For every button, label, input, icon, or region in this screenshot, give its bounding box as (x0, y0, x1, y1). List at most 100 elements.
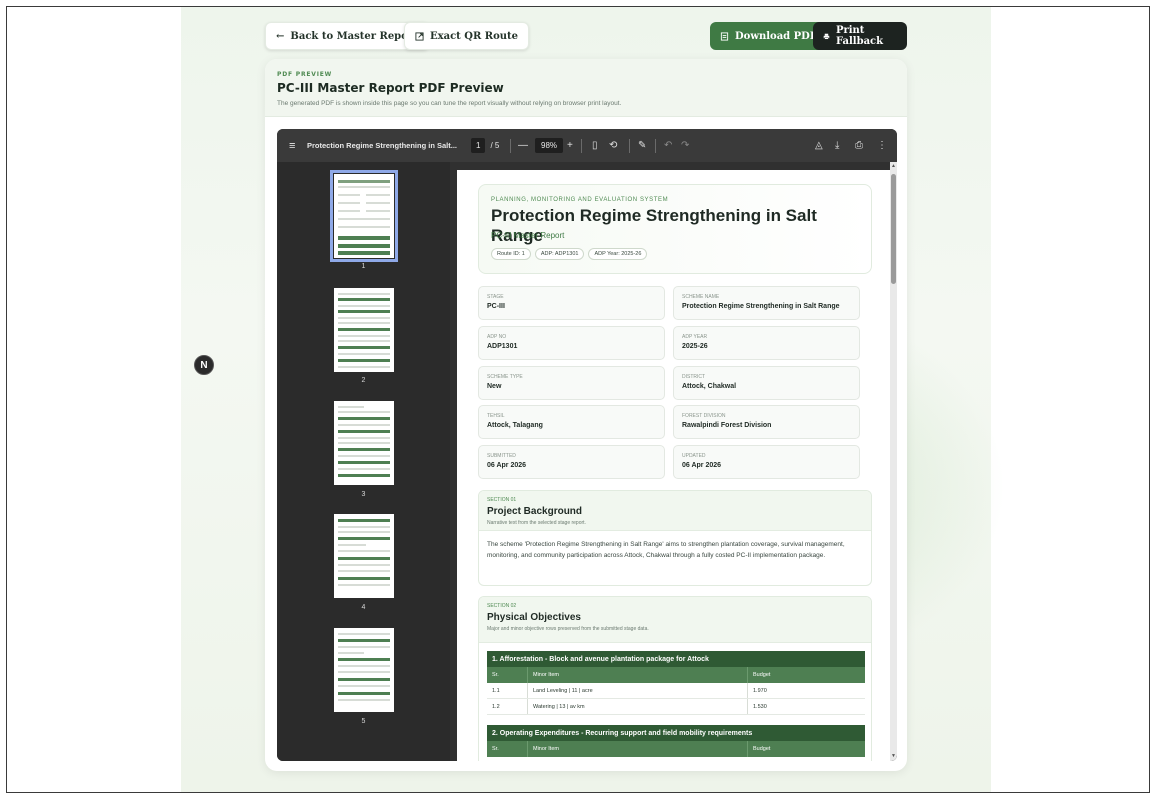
column-header-minor-item: Minor Item (527, 667, 747, 683)
field-value: 2025-26 (682, 343, 708, 350)
report-title: Protection Regime Strengthening in Salt … (491, 206, 817, 245)
scrollbar-thumb[interactable] (891, 174, 896, 284)
section-title: Project Background (487, 506, 583, 517)
thumbnail-label: 3 (361, 491, 366, 498)
pdf-scrollbar[interactable]: ▲ ▼ (890, 162, 897, 761)
section-physical-objectives: SECTION 02 Physical Objectives Major and… (478, 596, 872, 761)
section-number: SECTION 02 (487, 603, 517, 609)
header-eyebrow: PDF PREVIEW (277, 71, 333, 78)
download-button-label: Download PDF (735, 30, 817, 42)
field-value: Protection Regime Strengthening in Salt … (682, 303, 840, 310)
field-label: TEHSIL (487, 413, 505, 419)
page-thumbnail-5[interactable] (334, 628, 394, 712)
field-scheme-name: SCHEME NAME Protection Regime Strengthen… (673, 286, 860, 320)
redo-icon[interactable]: ↷ (681, 129, 689, 162)
qr-button-label: Exact QR Route (430, 30, 518, 42)
undo-icon[interactable]: ↶ (664, 129, 672, 162)
objective-group: 1. Afforestation - Block and avenue plan… (487, 651, 865, 715)
page-thumbnail-1[interactable] (330, 170, 398, 262)
field-label: SCHEME NAME (682, 294, 720, 300)
scroll-down-icon[interactable]: ▼ (891, 753, 896, 759)
pdf-preview-card: PDF PREVIEW PC-III Master Report PDF Pre… (265, 59, 907, 771)
route-id-chip: Route ID: 1 (491, 248, 531, 260)
zoom-in-icon[interactable]: + (567, 129, 573, 162)
print-icon[interactable]: ⎙ (855, 129, 863, 162)
field-label: ADP YEAR (682, 334, 708, 340)
thumbnail-label: 4 (361, 604, 366, 611)
objective-group: 2. Operating Expenditures - Recurring su… (487, 725, 865, 757)
section-header: SECTION 01 Project Background Narrative … (479, 491, 871, 531)
browser-frame: N ← Back to Master Report Exact QR Route… (6, 6, 1150, 793)
cell-budget: 1.970 (747, 683, 865, 698)
rotate-icon[interactable]: ⟲ (609, 129, 617, 162)
field-label: UPDATED (682, 453, 706, 459)
print-button-label: Print Fallback (835, 25, 884, 47)
pdf-viewer: ≡ Protection Regime Strengthening in Sal… (277, 129, 897, 761)
card-header: PDF PREVIEW PC-III Master Report PDF Pre… (265, 59, 907, 117)
drive-icon[interactable]: ◬ (815, 129, 823, 162)
field-value: Attock, Chakwal (682, 383, 737, 390)
cell-minor-item: Watering | 13 | av km (527, 699, 747, 714)
field-value: Rawalpindi Forest Division (682, 422, 772, 429)
document-icon (720, 31, 729, 41)
section-title: Physical Objectives (487, 612, 581, 623)
zoom-level[interactable]: 98% (535, 129, 564, 162)
current-page-input[interactable]: 1 (471, 138, 486, 153)
cell-sr: 1.1 (492, 687, 500, 694)
field-value: 06 Apr 2026 (682, 462, 722, 469)
field-value: PC-III (487, 303, 505, 310)
field-district: DISTRICT Attock, Chakwal (673, 366, 860, 400)
pdf-viewer-toolbar: ≡ Protection Regime Strengthening in Sal… (277, 129, 897, 162)
menu-icon[interactable]: ≡ (289, 129, 295, 162)
field-value: Attock, Talagang (487, 422, 543, 429)
zoom-out-icon[interactable]: — (518, 129, 528, 162)
objective-group-title: 2. Operating Expenditures - Recurring su… (487, 725, 865, 741)
page-thumbnail-3[interactable] (334, 401, 394, 485)
download-pdf-button[interactable]: Download PDF (710, 22, 827, 50)
back-button-label: Back to Master Report (290, 30, 418, 42)
thumbnail-label: 1 (361, 263, 366, 270)
top-toolbar: ← Back to Master Report Exact QR Route D… (265, 22, 907, 50)
column-header-minor-item: Minor Item (527, 741, 747, 757)
pdf-page-area[interactable]: PLANNING, MONITORING AND EVALUATION SYST… (450, 162, 897, 761)
annotate-icon[interactable]: ✎ (638, 129, 646, 162)
field-value: 06 Apr 2026 (487, 462, 527, 469)
dev-badge[interactable]: N (194, 355, 214, 375)
print-fallback-button[interactable]: Print Fallback (813, 22, 907, 50)
section-header: SECTION 02 Physical Objectives Major and… (479, 597, 871, 643)
column-header-budget: Budget (747, 667, 865, 683)
report-hero: PLANNING, MONITORING AND EVALUATION SYST… (478, 184, 872, 274)
column-header-sr: Sr. (492, 746, 499, 752)
exact-qr-route-button[interactable]: Exact QR Route (404, 22, 529, 50)
adp-chip: ADP: ADP1301 (534, 248, 585, 260)
zoom-level-input[interactable]: 98% (535, 138, 564, 153)
thumbnail-sidebar: 1 2 3 4 5 (277, 162, 450, 761)
field-value: New (487, 383, 502, 390)
page-thumbnail-2[interactable] (334, 288, 394, 372)
fit-page-icon[interactable]: ▯ (592, 129, 598, 162)
field-value: ADP1301 (487, 343, 518, 350)
field-label: DISTRICT (682, 374, 706, 380)
adp-year-chip: ADP Year: 2025-26 (588, 248, 648, 260)
field-tehsil: TEHSIL Attock, Talagang (478, 405, 665, 439)
report-subtitle: PC-III Master Report (491, 231, 565, 240)
section-subtitle: Major and minor objective rows preserved… (487, 626, 649, 632)
cell-minor-item: Land Leveling | 11 | acre (527, 683, 747, 698)
field-stage: STAGE PC-III (478, 286, 665, 320)
section-number: SECTION 01 (487, 497, 517, 503)
download-icon[interactable]: ⤓ (835, 129, 839, 162)
arrow-left-icon: ← (276, 30, 285, 42)
column-header-sr: Sr. (492, 672, 499, 678)
cell-sr: 1.2 (492, 703, 500, 710)
section-project-background: SECTION 01 Project Background Narrative … (478, 490, 872, 586)
more-options-icon[interactable]: ⋮ (877, 129, 887, 162)
field-updated: UPDATED 06 Apr 2026 (673, 445, 860, 479)
scroll-up-icon[interactable]: ▲ (891, 163, 896, 169)
page-thumbnail-4[interactable] (334, 514, 394, 598)
toolbar-divider (581, 139, 582, 153)
pdf-document-title: Protection Regime Strengthening in Salt.… (307, 141, 458, 150)
external-link-icon (415, 31, 424, 41)
field-submitted: SUBMITTED 06 Apr 2026 (478, 445, 665, 479)
table-header-row: Sr. Minor Item Budget (487, 741, 865, 757)
field-forest-division: FOREST DIVISION Rawalpindi Forest Divisi… (673, 405, 860, 439)
